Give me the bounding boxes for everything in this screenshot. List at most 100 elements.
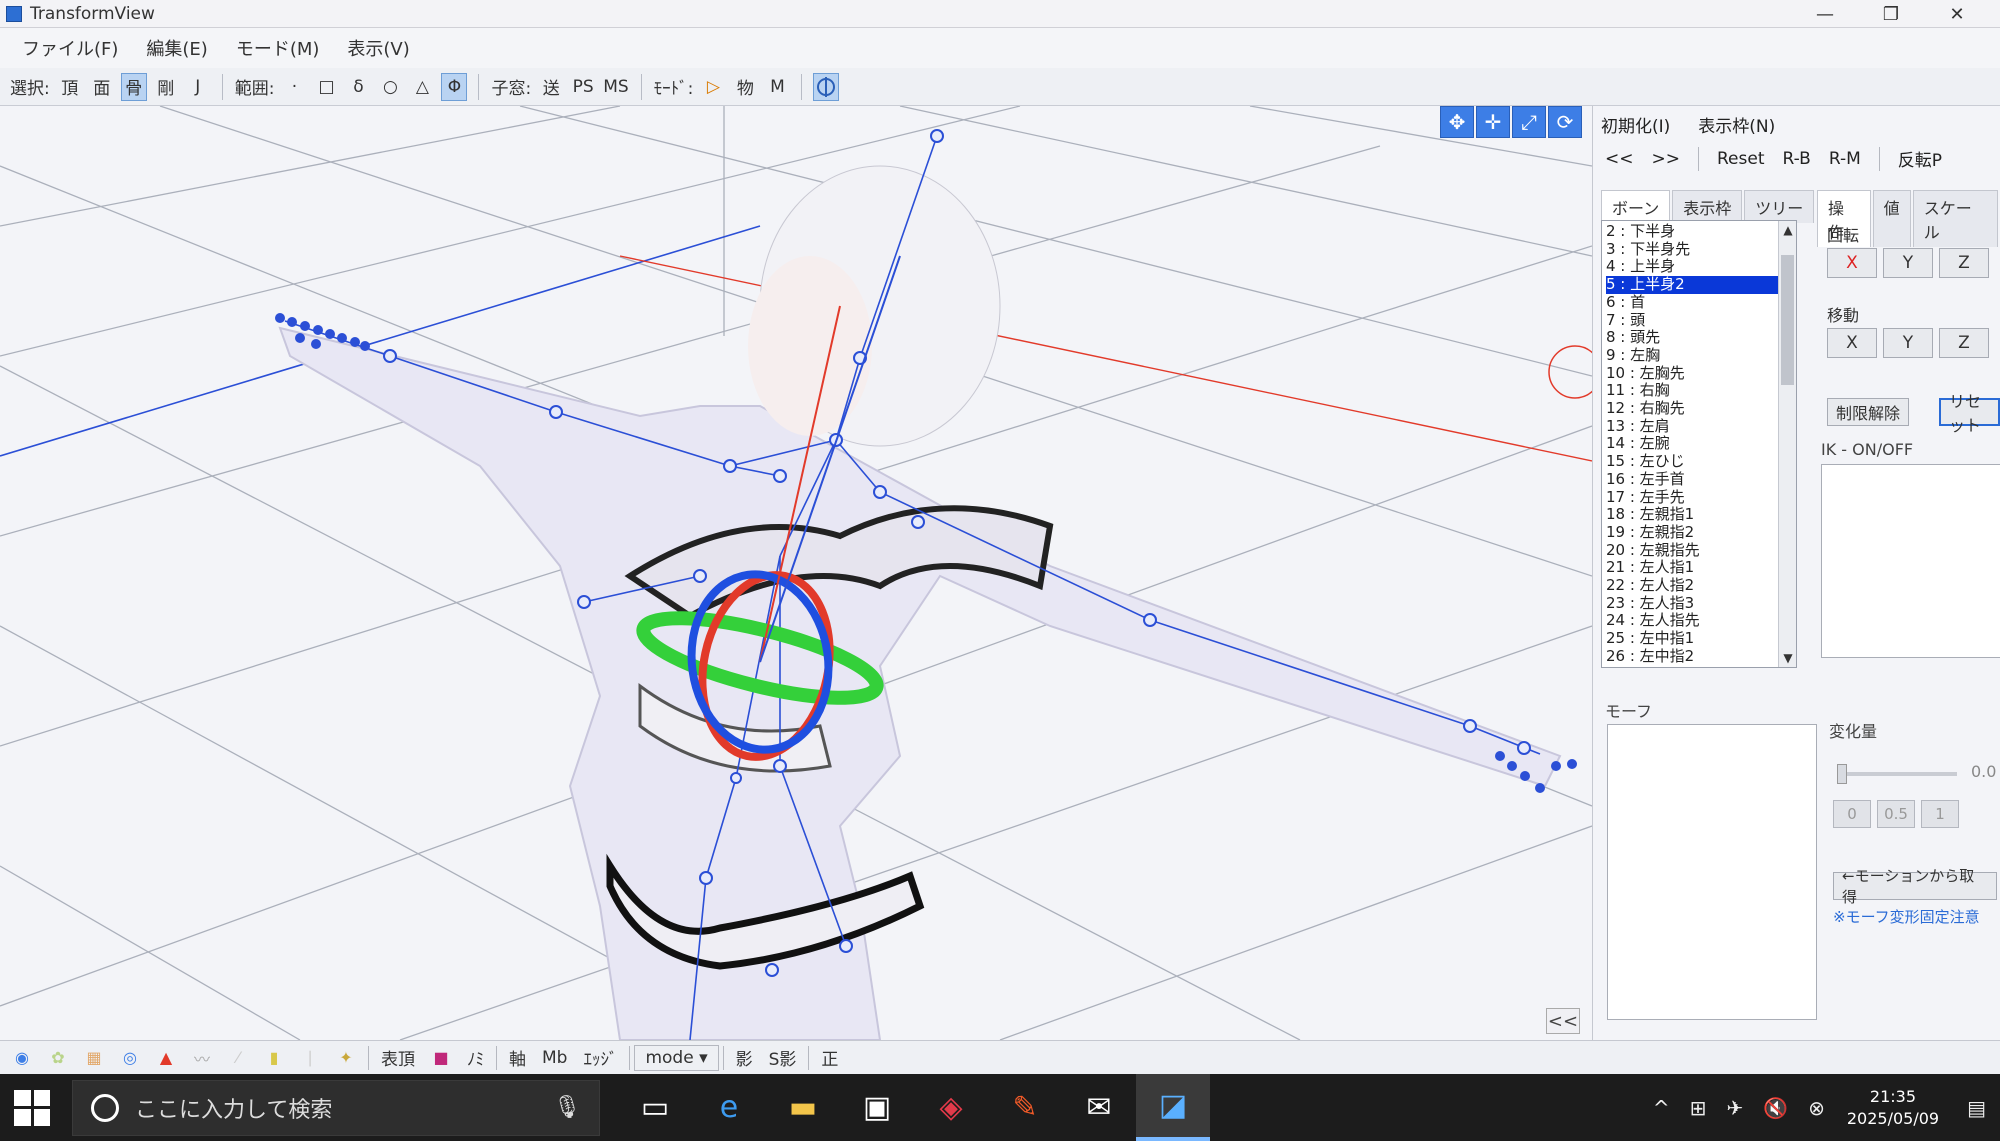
move-z-button[interactable]: Z (1939, 328, 1989, 358)
child-ms-button[interactable]: MS (602, 73, 629, 101)
mode-physics-button[interactable]: 物 (732, 73, 758, 101)
bone-list-item[interactable]: 4 : 上半身 (1606, 258, 1796, 276)
scroll-thumb[interactable] (1781, 255, 1794, 385)
line-icon[interactable]: 〰 (190, 1046, 214, 1070)
collapse-panel-button[interactable]: << (1546, 1008, 1580, 1034)
select-bone-button[interactable]: 骨 (120, 72, 147, 101)
restore-button[interactable]: ❐ (1858, 0, 1924, 28)
bone-list-item[interactable]: 25 : 左中指1 (1606, 629, 1796, 648)
move-icon[interactable]: ✛ (1476, 106, 1510, 138)
prev-frame-button[interactable]: << (1605, 149, 1634, 169)
get-from-motion-button[interactable]: ←モーションから取得 (1833, 867, 1997, 906)
capsule-icon[interactable]: ▮ (262, 1046, 286, 1070)
mi-toggle[interactable]: ﾉﾐ (459, 1045, 492, 1070)
bone-list-item[interactable]: 8 : 頭先 (1606, 329, 1796, 347)
axis-toggle[interactable]: 軸 (501, 1045, 534, 1070)
group-icon[interactable]: ✦ (334, 1046, 358, 1070)
range-rect-button[interactable]: □ (313, 73, 339, 101)
mode-m-button[interactable]: M (764, 73, 790, 101)
flip-pose-button[interactable]: 反転P (1898, 146, 1942, 171)
taskbar-search[interactable]: ここに入力して検索 🎙 (72, 1079, 600, 1136)
self-shadow-toggle[interactable]: S影 (761, 1045, 805, 1070)
taskbar-clock[interactable]: 21:35 2025/05/09 (1847, 1086, 1939, 1130)
rotate-z-button[interactable]: Z (1939, 248, 1989, 278)
bone-list-item[interactable]: 9 : 左胸 (1606, 346, 1796, 365)
file-explorer-icon[interactable]: ▬ (766, 1074, 840, 1141)
mb-toggle[interactable]: Mb (534, 1048, 575, 1068)
range-phi-button[interactable]: Φ (441, 72, 468, 101)
chevron-up-icon[interactable]: ^ (1653, 1096, 1670, 1120)
mcafee-icon[interactable]: ◈ (914, 1074, 988, 1141)
select-joint-button[interactable]: J (185, 73, 211, 101)
bone-list-item[interactable]: 18 : 左親指1 (1606, 506, 1796, 524)
scroll-down-icon[interactable]: ▼ (1779, 651, 1796, 665)
volume-mute-icon[interactable]: 🔇 (1763, 1096, 1788, 1120)
move-y-button[interactable]: Y (1883, 328, 1933, 358)
morph-one-button[interactable]: 1 (1921, 800, 1959, 828)
airplane-icon[interactable]: ✈ (1726, 1096, 1743, 1120)
select-vertex-button[interactable]: 頂 (57, 73, 83, 101)
menu-file[interactable]: ファイル(F) (8, 35, 132, 61)
bone-list[interactable]: 2 : 下半身 3 : 下半身先 4 : 上半身 5 : 上半身2 6 : 首7 : 頭… (1601, 220, 1797, 668)
menu-edit[interactable]: 編集(E) (132, 35, 221, 61)
rb-button[interactable]: R-B (1783, 149, 1811, 169)
grid-icon[interactable]: ▦ (82, 1046, 106, 1070)
range-circle-button[interactable]: ○ (377, 73, 403, 101)
morph-zero-button[interactable]: 0 (1833, 800, 1871, 828)
minimize-button[interactable]: — (1792, 0, 1858, 28)
bone-list-item[interactable]: 26 : 左中指2 (1606, 647, 1796, 666)
3d-viewport[interactable]: ✥ ✛ ⤢ ⟳ << (0, 106, 1592, 1040)
child-ps-button[interactable]: PS (570, 73, 596, 101)
move-x-button[interactable]: X (1827, 328, 1877, 358)
bone-list-item[interactable]: 23 : 左人指3 (1606, 594, 1796, 613)
limit-release-button[interactable]: 制限解除 (1827, 398, 1910, 426)
bone-list-item[interactable]: 3 : 下半身先 (1606, 240, 1796, 259)
edge-browser-icon[interactable]: e (692, 1074, 766, 1141)
ik-list[interactable] (1821, 464, 2000, 658)
front-vertex-toggle[interactable]: 表頂 (373, 1045, 423, 1070)
material-color-icon[interactable]: ■ (429, 1046, 453, 1070)
range-point-button[interactable]: · (281, 73, 307, 101)
child-send-button[interactable]: 送 (538, 73, 564, 101)
bone-list-item[interactable]: 19 : 左親指2 (1606, 523, 1796, 542)
tab-display-frame[interactable]: 表示枠 (1672, 190, 1743, 223)
triangle-icon[interactable]: ▲ (154, 1046, 178, 1070)
bone-list-item[interactable]: 7 : 頭 (1606, 311, 1796, 330)
mode-play-button[interactable]: ▷ (700, 73, 726, 101)
target-icon[interactable] (813, 72, 840, 101)
reset-button[interactable]: Reset (1717, 149, 1765, 169)
rm-button[interactable]: R-M (1829, 149, 1861, 169)
morph-half-button[interactable]: 0.5 (1877, 800, 1915, 828)
bone-list-scrollbar[interactable]: ▲ ▼ (1778, 221, 1796, 667)
microphone-icon[interactable]: 🎙 (553, 1095, 581, 1120)
bone-list-item[interactable]: 6 : 首 (1606, 293, 1796, 312)
view-dot-icon[interactable]: ◉ (10, 1046, 34, 1070)
edge-toggle[interactable]: ｴｯｼﾞ (575, 1045, 625, 1070)
next-frame-button[interactable]: >> (1652, 149, 1681, 169)
tab-bone[interactable]: ボーン (1601, 190, 1671, 223)
notification-off-icon[interactable]: ⊗ (1808, 1096, 1825, 1120)
bone-list-item[interactable]: 22 : 左人指2 (1606, 576, 1796, 595)
scroll-up-icon[interactable]: ▲ (1779, 223, 1796, 237)
bone-list-item[interactable]: 5 : 上半身2 (1606, 275, 1796, 294)
menu-view[interactable]: 表示(V) (333, 35, 423, 61)
bone-list-item[interactable]: 13 : 左肩 (1606, 417, 1796, 436)
display-frame-button[interactable]: 表示枠(N) (1698, 112, 1775, 137)
bone-list-item[interactable]: 20 : 左親指先 (1606, 541, 1796, 560)
reset-pose-button[interactable]: リセット (1939, 392, 2000, 435)
bone-list-item[interactable]: 14 : 左腕 (1606, 435, 1796, 453)
vertex-icon[interactable]: ✿ (46, 1046, 70, 1070)
network-icon[interactable]: ⊞ (1690, 1096, 1707, 1120)
rotate-y-button[interactable]: Y (1883, 248, 1933, 278)
bone-list-item[interactable]: 2 : 下半身 (1606, 222, 1796, 241)
task-view-icon[interactable]: ▭ (618, 1074, 692, 1141)
bone-list-item[interactable]: 21 : 左人指1 (1606, 559, 1796, 577)
windows-start-icon[interactable] (14, 1089, 50, 1126)
joint-icon[interactable]: ∣ (298, 1046, 322, 1070)
bone-list-item[interactable]: 10 : 左胸先 (1606, 364, 1796, 383)
select-face-button[interactable]: 面 (89, 73, 115, 101)
bone-list-item[interactable]: 15 : 左ひじ (1606, 452, 1796, 471)
pen-app-icon[interactable]: ✎ (988, 1074, 1062, 1141)
rotate-view-icon[interactable]: ⟳ (1548, 106, 1582, 138)
close-button[interactable]: ✕ (1924, 0, 1990, 28)
